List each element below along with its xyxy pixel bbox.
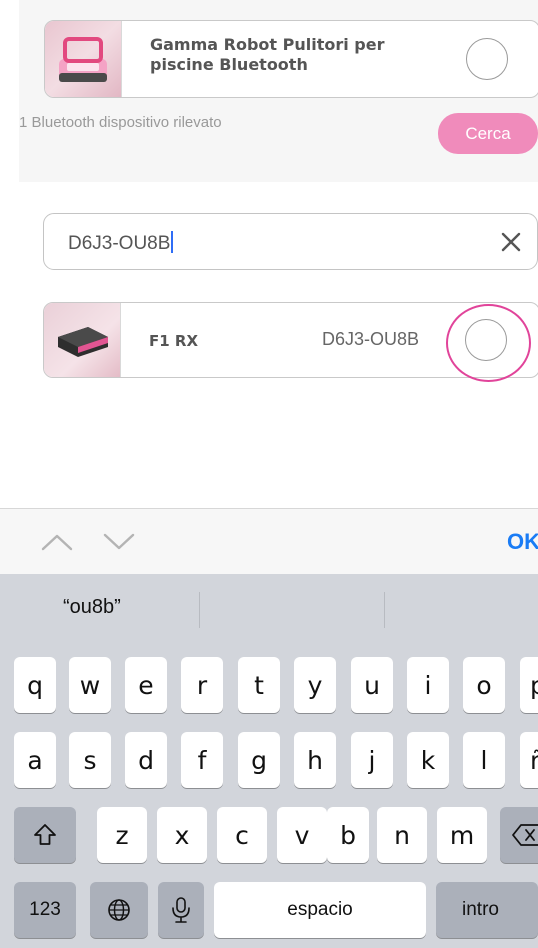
backspace-key[interactable] <box>500 807 538 863</box>
key-w[interactable]: w <box>69 657 111 713</box>
key-l[interactable]: l <box>463 732 505 788</box>
done-button[interactable]: OK <box>507 529 538 555</box>
key-g[interactable]: g <box>238 732 280 788</box>
keyboard-toolbar: OK <box>0 508 538 575</box>
chevron-down-icon[interactable] <box>102 531 136 553</box>
pool-robot-dark-icon <box>44 303 121 377</box>
dictation-key[interactable] <box>158 882 204 938</box>
key-m[interactable]: m <box>437 807 487 863</box>
detected-count-label: 1 Bluetooth dispositivo rilevato <box>19 114 222 131</box>
key-s[interactable]: s <box>69 732 111 788</box>
key-enye-label: ñ <box>530 745 538 775</box>
key-r[interactable]: r <box>181 657 223 713</box>
key-enye[interactable]: ñ <box>520 732 538 788</box>
backspace-icon <box>512 824 538 846</box>
key-t[interactable]: t <box>238 657 280 713</box>
globe-icon <box>108 899 130 921</box>
key-u[interactable]: u <box>351 657 393 713</box>
key-k[interactable]: k <box>407 732 449 788</box>
space-key[interactable]: espacio <box>214 882 426 938</box>
clear-icon[interactable] <box>499 230 523 254</box>
serial-search-field[interactable]: D6J3-OU8B <box>43 213 538 270</box>
search-input-text[interactable]: D6J3-OU8B <box>68 231 174 255</box>
key-b[interactable]: b <box>327 807 369 863</box>
key-o[interactable]: o <box>463 657 505 713</box>
key-a[interactable]: a <box>14 732 56 788</box>
key-z[interactable]: z <box>97 807 147 863</box>
key-i[interactable]: i <box>407 657 449 713</box>
key-c[interactable]: c <box>217 807 267 863</box>
globe-key[interactable] <box>90 882 148 938</box>
device-serial: D6J3-OU8B <box>322 329 420 349</box>
device-model: F1 RX <box>149 332 199 350</box>
text-caret <box>171 231 174 253</box>
key-e[interactable]: e <box>125 657 167 713</box>
product-group-radio[interactable] <box>466 38 508 80</box>
shift-key[interactable] <box>14 807 76 863</box>
search-devices-button[interactable]: Cerca <box>438 113 538 154</box>
return-key-label: intro <box>462 899 499 920</box>
tap-highlight-ring <box>446 304 531 382</box>
pool-robot-pink-icon <box>45 21 122 97</box>
suggestion-divider <box>384 592 385 628</box>
suggestion-item[interactable]: “ou8b” <box>63 596 121 619</box>
keyboard: “ou8b” q w e r t y u i o p a s d f g h j… <box>0 574 538 948</box>
key-q[interactable]: q <box>14 657 56 713</box>
product-group-title: Gamma Robot Pulitori per piscine Bluetoo… <box>150 35 385 74</box>
key-n[interactable]: n <box>377 807 427 863</box>
key-f[interactable]: f <box>181 732 223 788</box>
key-j[interactable]: j <box>351 732 393 788</box>
key-y[interactable]: y <box>294 657 336 713</box>
key-p-label: p <box>530 670 538 700</box>
key-p[interactable]: p <box>520 657 538 713</box>
shift-icon <box>34 824 56 845</box>
chevron-up-icon[interactable] <box>40 531 74 553</box>
return-key[interactable]: intro <box>436 882 538 938</box>
key-h[interactable]: h <box>294 732 336 788</box>
key-x[interactable]: x <box>157 807 207 863</box>
key-d[interactable]: d <box>125 732 167 788</box>
suggestion-divider <box>199 592 200 628</box>
key-v[interactable]: v <box>277 807 327 863</box>
microphone-icon <box>172 897 190 923</box>
numbers-key[interactable]: 123 <box>14 882 76 938</box>
product-group-card[interactable]: Gamma Robot Pulitori per piscine Bluetoo… <box>44 20 538 98</box>
